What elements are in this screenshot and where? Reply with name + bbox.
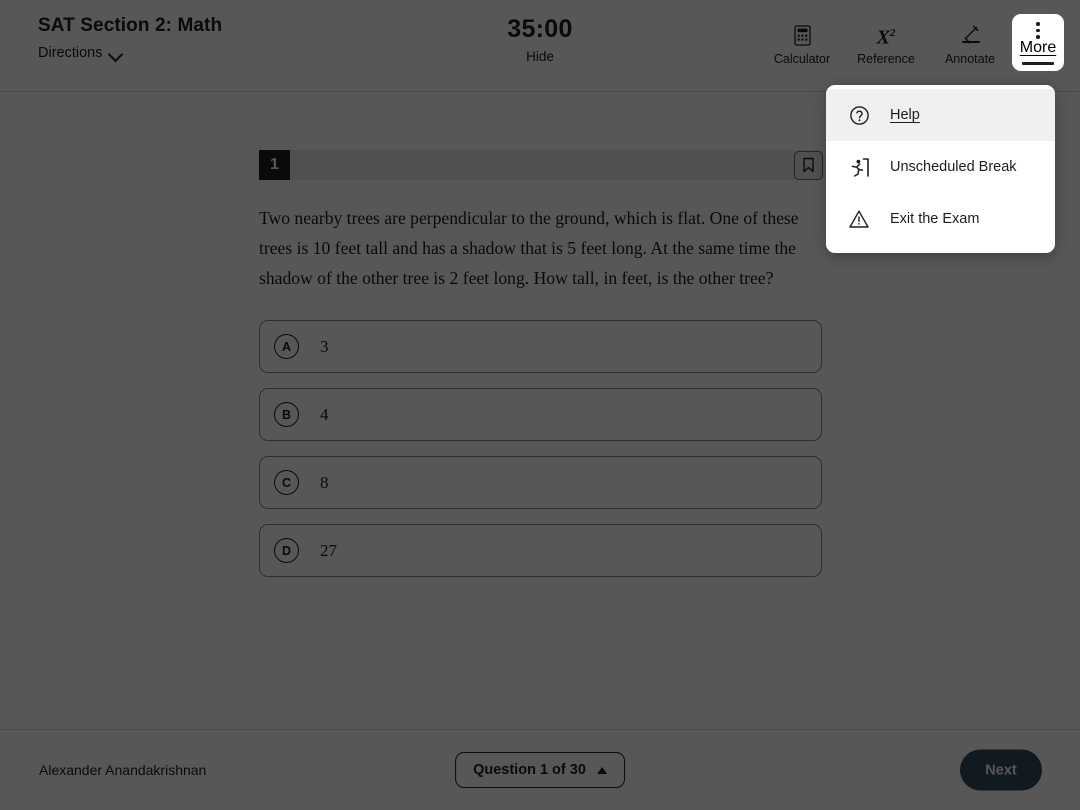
timer-hide-button[interactable]: Hide (507, 49, 572, 64)
choice-letter: B (274, 402, 299, 427)
question-panel: 1 Two nearby trees are perpendicular to … (259, 150, 823, 577)
highlighter-pen-icon (928, 22, 1012, 48)
answer-choice-d[interactable]: D 27 (259, 524, 822, 577)
question-navigator-button[interactable]: Question 1 of 30 (455, 752, 625, 788)
question-text: Two nearby trees are perpendicular to th… (259, 208, 799, 288)
menu-item-label: Exit the Exam (890, 211, 980, 227)
choice-letter: D (274, 538, 299, 563)
menu-item-exit-the-exam[interactable]: Exit the Exam (826, 193, 1055, 245)
running-person-exit-icon (846, 157, 872, 178)
tool-label: Annotate (944, 52, 996, 66)
warning-triangle-icon (846, 209, 872, 229)
exam-header: SAT Section 2: Math Directions 35:00 Hid… (0, 0, 1080, 92)
tool-label: Calculator (773, 52, 831, 66)
question-header-bar: 1 (259, 150, 823, 180)
student-name: Alexander Anandakrishnan (39, 762, 207, 778)
choice-letter: A (274, 334, 299, 359)
question-navigator-label: Question 1 of 30 (473, 762, 586, 778)
x-squared-icon: X2 (876, 26, 896, 49)
directions-button[interactable]: Directions (38, 45, 122, 61)
tool-annotate[interactable]: Annotate (928, 14, 1012, 74)
answer-choice-c[interactable]: C 8 (259, 456, 822, 509)
menu-item-help[interactable]: Help (826, 89, 1055, 141)
header-left-group: SAT Section 2: Math Directions (38, 12, 222, 61)
menu-item-label: Help (890, 107, 920, 123)
chevron-down-icon (109, 49, 122, 57)
next-button[interactable]: Next (960, 749, 1042, 791)
question-circle-icon (846, 105, 872, 126)
tool-more[interactable]: More (1012, 14, 1064, 71)
choice-text: 8 (320, 472, 329, 492)
choice-text: 27 (320, 540, 337, 560)
choice-text: 3 (320, 336, 329, 356)
directions-label: Directions (38, 45, 103, 61)
calculator-icon (760, 22, 844, 48)
tool-calculator[interactable]: Calculator (760, 14, 844, 74)
active-indicator (1022, 61, 1054, 65)
three-dots-vertical-icon (1012, 22, 1064, 39)
question-number-badge: 1 (259, 150, 290, 180)
more-dropdown-menu: Help Unscheduled Break Exit the Exam (826, 85, 1055, 253)
bookmark-button[interactable] (794, 150, 823, 180)
answer-choice-a[interactable]: A 3 (259, 320, 822, 373)
answer-choice-b[interactable]: B 4 (259, 388, 822, 441)
timer-value: 35:00 (507, 15, 573, 43)
choice-text: 4 (320, 404, 329, 424)
caret-up-icon (596, 766, 607, 774)
menu-item-label: Unscheduled Break (890, 159, 1017, 175)
choice-letter: C (274, 470, 299, 495)
menu-item-unscheduled-break[interactable]: Unscheduled Break (826, 141, 1055, 193)
exam-footer: Alexander Anandakrishnan Question 1 of 3… (0, 729, 1080, 810)
answer-choices: A 3 B 4 C 8 D 27 (259, 320, 822, 577)
timer: 35:00 Hide (507, 14, 572, 64)
page-title: SAT Section 2: Math (38, 15, 223, 36)
tool-label: More (1019, 38, 1057, 56)
tool-reference[interactable]: X2 Reference (844, 14, 928, 74)
tool-label: Reference (857, 52, 915, 66)
